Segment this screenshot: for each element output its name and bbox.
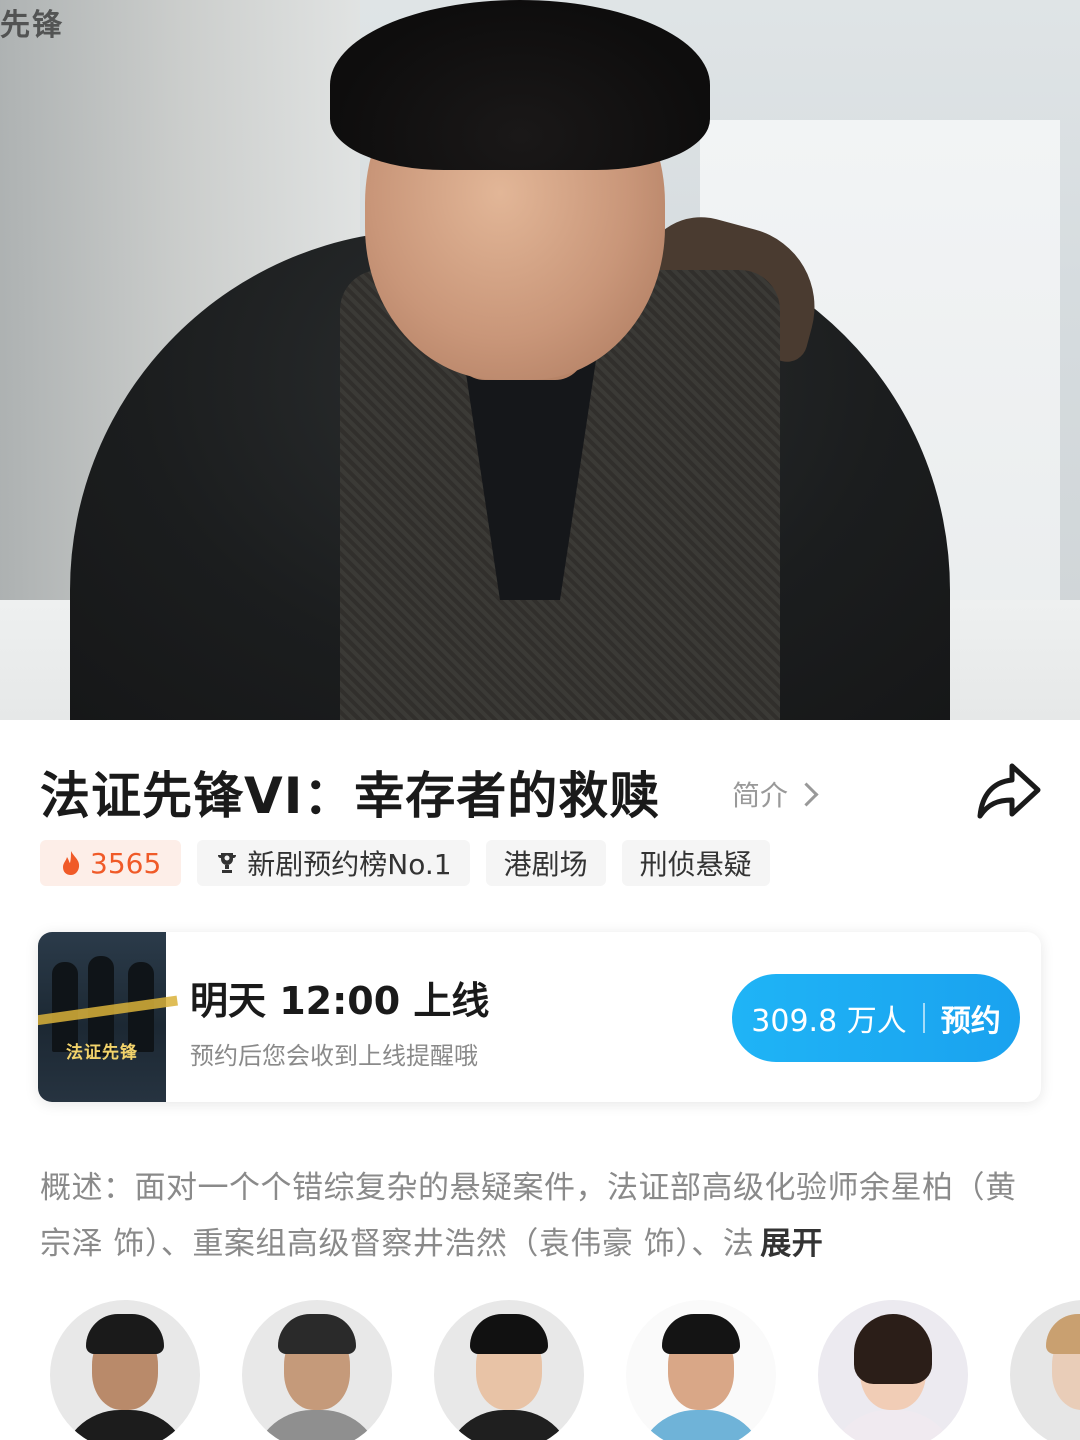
cast-avatar[interactable] (1010, 1300, 1080, 1440)
avatar-torso (636, 1410, 766, 1440)
share-icon[interactable] (974, 758, 1044, 824)
intro-label: 简介 (732, 779, 789, 812)
reserve-hint: 预约后您会收到上线提醒哦 (190, 1042, 478, 1070)
avatar-torso (60, 1410, 190, 1440)
avatar-torso (444, 1410, 574, 1440)
reserve-card: 法证先锋 明天 12:00 上线 预约后您会收到上线提醒哦 309.8 万人 预… (38, 932, 1041, 1102)
avatar-hair (1046, 1314, 1080, 1354)
genre-label: 刑侦悬疑 (639, 848, 752, 881)
synopsis: 概述：面对一个个错综复杂的悬疑案件，法证部高级化验师余星柏（黄宗泽 饰）、重案组… (40, 1160, 1042, 1272)
release-time: 明天 12:00 上线 (190, 979, 490, 1023)
avatar-hair (278, 1314, 356, 1354)
trophy-icon (218, 853, 237, 873)
show-logo-fragment: 先锋 (0, 9, 64, 42)
channel-label: 港剧场 (503, 848, 588, 881)
heat-tag: 3565 (40, 840, 182, 886)
title-row: 法证先锋VI：幸存者的救赎 简介 (40, 752, 1050, 832)
avatar-torso (252, 1410, 382, 1440)
avatar-hair (86, 1314, 164, 1354)
cast-avatar[interactable] (242, 1300, 392, 1440)
genre-tag[interactable]: 刑侦悬疑 (621, 840, 770, 886)
synopsis-text: 概述：面对一个个错综复杂的悬疑案件，法证部高级化验师余星柏（黄宗泽 饰）、重案组… (40, 1170, 1017, 1262)
ranking-label: 新剧预约榜No.1 (247, 848, 452, 881)
tag-list: 3565 新剧预约榜No.1 港剧场 刑侦悬疑 (40, 840, 770, 886)
show-poster[interactable]: 法证先锋 (38, 932, 178, 1102)
flame-icon (63, 851, 80, 875)
cast-avatar[interactable] (434, 1300, 584, 1440)
avatar-hair (854, 1314, 932, 1384)
avatar-torso (828, 1410, 958, 1440)
show-title: 法证先锋VI：幸存者的救赎 (40, 767, 661, 825)
avatar-hair (470, 1314, 548, 1354)
cast-avatar[interactable] (50, 1300, 200, 1440)
expand-button[interactable]: 展开 (760, 1226, 823, 1262)
cast-avatar[interactable] (626, 1300, 776, 1440)
chevron-right-icon (794, 781, 819, 807)
poster-title: 法证先锋 (66, 1043, 138, 1063)
reserve-count: 309.8 万人 (751, 1004, 907, 1039)
hero-image: 先锋 (0, 0, 1080, 720)
intro-link[interactable]: 简介 (732, 774, 819, 814)
avatar-hair (662, 1314, 740, 1354)
reserve-label: 预约 (940, 1004, 1001, 1039)
ranking-tag[interactable]: 新剧预约榜No.1 (197, 840, 470, 886)
reserve-button[interactable]: 309.8 万人 预约 (732, 974, 1020, 1062)
channel-tag[interactable]: 港剧场 (485, 840, 606, 886)
cast-list (50, 1300, 1080, 1440)
cast-avatar[interactable] (818, 1300, 968, 1440)
actor-hair (330, 0, 710, 170)
divider (922, 1003, 925, 1033)
heat-value: 3565 (90, 846, 162, 880)
